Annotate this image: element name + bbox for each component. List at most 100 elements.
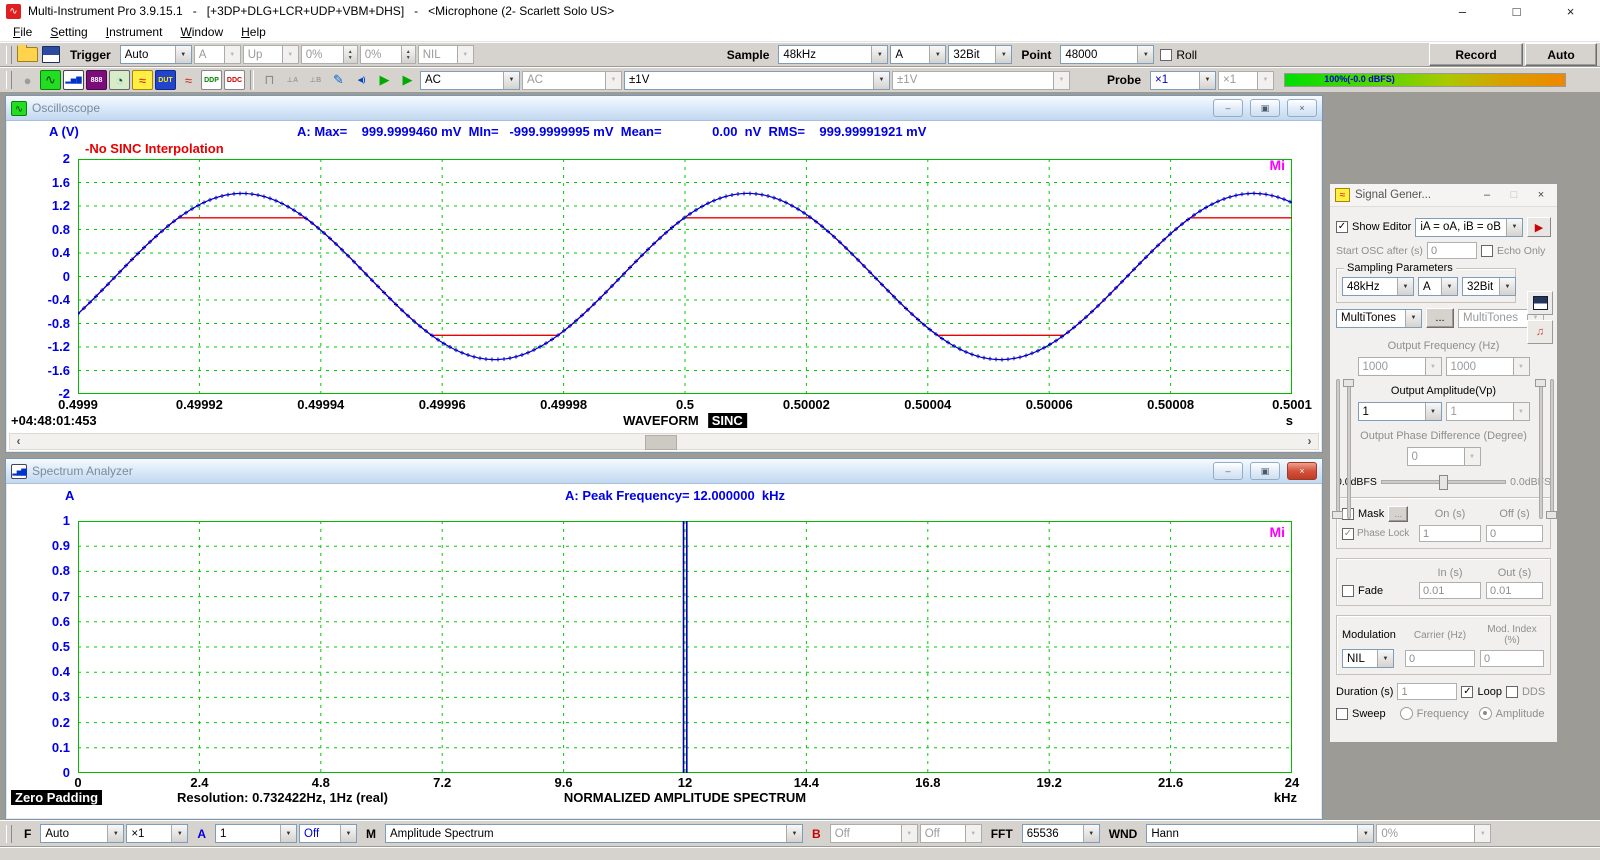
dbfs-slider[interactable] bbox=[1381, 480, 1506, 484]
ddc-viewer-icon[interactable]: DDC bbox=[224, 70, 245, 90]
spectrum-3d-view-icon[interactable]: ◔ bbox=[109, 70, 130, 90]
multimeter-view-icon[interactable]: 888 bbox=[86, 70, 107, 90]
fade-checkbox[interactable] bbox=[1342, 585, 1354, 597]
oscilloscope-minimize-button[interactable]: – bbox=[1213, 99, 1243, 117]
spec-y-tick-label: 0.4 bbox=[10, 664, 70, 679]
siggen-channel-select[interactable]: A▼ bbox=[1418, 277, 1458, 296]
oscilloscope-titlebar[interactable]: ∿ Oscilloscope – ▣ × bbox=[6, 96, 1322, 121]
siggen-play-button[interactable]: ▶ bbox=[1527, 217, 1551, 237]
spectrum-close-button[interactable]: × bbox=[1287, 462, 1317, 480]
phase-lock-checkbox: ✓ bbox=[1342, 528, 1354, 540]
a-display-select[interactable]: Off▼ bbox=[299, 824, 357, 843]
spectrum-titlebar[interactable]: ▂▅▇ Spectrum Analyzer – ▣ × bbox=[6, 459, 1322, 484]
analysis-mode-select[interactable]: Amplitude Spectrum▼ bbox=[385, 824, 803, 843]
scroll-right-arrow[interactable]: › bbox=[1301, 434, 1318, 449]
sample-channel-select[interactable]: A▼ bbox=[890, 45, 946, 64]
ground-b-icon[interactable]: ⊥B bbox=[305, 70, 326, 90]
toolbar-trigger-row: TriggerAuto▼A▼Up▼0%▲▼0%▲▼NIL▼Sample48kHz… bbox=[0, 42, 1600, 67]
sweep-checkbox[interactable] bbox=[1336, 708, 1348, 720]
osc-stats: A: Max= 999.9999460 mV MIn= -999.9999995… bbox=[297, 124, 926, 139]
minimize-button[interactable]: – bbox=[1439, 4, 1486, 19]
waveform-a-select[interactable]: MultiTones▼ bbox=[1336, 309, 1422, 328]
siggen-minimize-button[interactable]: – bbox=[1476, 189, 1498, 201]
record-button[interactable]: Record bbox=[1429, 43, 1523, 66]
derived-data-icon[interactable]: ≈ bbox=[178, 70, 199, 90]
output-phase-label: Output Phase Difference (Degree) bbox=[1360, 430, 1527, 442]
oscilloscope-restore-button[interactable]: ▣ bbox=[1250, 99, 1280, 117]
coupling-a-select[interactable]: AC▼ bbox=[420, 71, 520, 90]
dut-icon[interactable]: DUT bbox=[155, 70, 176, 90]
close-button[interactable]: × bbox=[1547, 4, 1594, 19]
roll-checkbox[interactable]: Roll bbox=[1156, 48, 1201, 62]
amp-a-select[interactable]: 1▼ bbox=[1358, 402, 1442, 421]
dbfs-slider-handle[interactable] bbox=[1439, 475, 1448, 490]
window-function-select[interactable]: Hann▼ bbox=[1146, 824, 1374, 843]
multitones-edit-button[interactable]: ... bbox=[1426, 308, 1454, 328]
fft-size-select[interactable]: 65536▼ bbox=[1022, 824, 1100, 843]
ddp-viewer-icon[interactable]: DDP bbox=[201, 70, 222, 90]
menu-window[interactable]: Window bbox=[171, 23, 232, 41]
zero-padding-badge[interactable]: Zero Padding bbox=[11, 790, 102, 805]
oscilloscope-plot bbox=[78, 159, 1292, 394]
save-icon bbox=[1533, 296, 1548, 310]
trigger-edge-select: Up▼ bbox=[243, 45, 299, 64]
scroll-thumb[interactable] bbox=[645, 435, 677, 450]
sinc-badge[interactable]: SINC bbox=[708, 413, 747, 428]
open-file-icon[interactable] bbox=[17, 45, 38, 65]
auto-button[interactable]: Auto bbox=[1525, 43, 1597, 66]
spectrum-analyzer-view-icon[interactable]: ▂▅▇ bbox=[63, 70, 84, 90]
probe-a-select[interactable]: ×1▼ bbox=[1150, 71, 1216, 90]
record-length-select[interactable]: 48000▼ bbox=[1060, 45, 1154, 64]
osc-x-tick-label: 0.5001 bbox=[1272, 397, 1312, 412]
amplitude-slider-a-outer[interactable] bbox=[1332, 379, 1341, 519]
loop-checkbox[interactable]: ✓ bbox=[1461, 686, 1473, 698]
scroll-left-arrow[interactable]: ‹ bbox=[10, 434, 27, 449]
siggen-rate-select[interactable]: 48kHz▼ bbox=[1342, 277, 1414, 296]
menu-instrument[interactable]: Instrument bbox=[97, 23, 172, 41]
spec-y-tick-label: 0.3 bbox=[10, 689, 70, 704]
sweep-amplitude-radio bbox=[1479, 707, 1492, 720]
ground-a-icon[interactable]: ⊥A bbox=[282, 70, 303, 90]
menu-file[interactable]: File bbox=[4, 23, 41, 41]
siggen-save-button[interactable] bbox=[1527, 291, 1553, 315]
amplitude-slider-a-inner[interactable] bbox=[1343, 379, 1352, 519]
oscilloscope-view-icon[interactable]: ∿ bbox=[40, 70, 61, 90]
calibration-icon[interactable]: ✎ bbox=[328, 70, 349, 90]
frequency-axis-select[interactable]: Auto▼ bbox=[40, 824, 124, 843]
oscilloscope-scrollbar[interactable]: ‹ › bbox=[9, 433, 1319, 450]
modulation-select[interactable]: NIL▼ bbox=[1342, 649, 1394, 668]
spec-x-tick-label: 14.4 bbox=[794, 775, 819, 790]
amplitude-slider-b-outer[interactable] bbox=[1546, 379, 1555, 519]
play-loop-icon[interactable]: ▶ bbox=[397, 70, 418, 90]
siggen-tone-button[interactable]: ♫ bbox=[1527, 320, 1553, 344]
spectrum-restore-button[interactable]: ▣ bbox=[1250, 462, 1280, 480]
mic-stand-icon[interactable]: ⊓ bbox=[259, 70, 280, 90]
titlebar: ∿ Multi-Instrument Pro 3.9.15.1 - [+3DP+… bbox=[0, 0, 1600, 22]
osc-y-tick-label: 1.6 bbox=[10, 175, 70, 190]
amplitude-slider-b-inner[interactable] bbox=[1535, 379, 1544, 519]
signal-generator-titlebar[interactable]: ≈ Signal Gener... – □ × bbox=[1330, 184, 1557, 207]
spectrum-minimize-button[interactable]: – bbox=[1213, 462, 1243, 480]
menu-setting[interactable]: Setting bbox=[41, 23, 96, 41]
spec-x-tick-label: 4.8 bbox=[312, 775, 330, 790]
oscilloscope-close-button[interactable]: × bbox=[1287, 99, 1317, 117]
maximize-button[interactable]: □ bbox=[1493, 4, 1540, 19]
save-file-icon[interactable] bbox=[40, 45, 61, 65]
sample-bits-select[interactable]: 32Bit▼ bbox=[948, 45, 1012, 64]
siggen-bits-select[interactable]: 32Bit▼ bbox=[1462, 277, 1516, 296]
range-a-select[interactable]: ±1V▼ bbox=[624, 71, 890, 90]
zoom-select[interactable]: ×1▼ bbox=[126, 824, 188, 843]
osc-x-tick-label: 0.50006 bbox=[1026, 397, 1073, 412]
a-range-select[interactable]: 1▼ bbox=[215, 824, 297, 843]
menu-help[interactable]: Help bbox=[232, 23, 275, 41]
speaker-icon[interactable]: ◀) bbox=[351, 70, 372, 90]
routing-select[interactable]: iA = oA, iB = oB▼ bbox=[1415, 218, 1523, 237]
trigger-mode-select[interactable]: Auto▼ bbox=[120, 45, 192, 64]
sample-rate-select[interactable]: 48kHz▼ bbox=[778, 45, 888, 64]
show-editor-checkbox[interactable]: ✓ bbox=[1336, 221, 1348, 233]
play-icon[interactable]: ▶ bbox=[374, 70, 395, 90]
resolution-label: Resolution: 0.732422Hz, 1Hz (real) bbox=[177, 790, 388, 805]
siggen-close-button[interactable]: × bbox=[1530, 189, 1552, 201]
record-dot-icon[interactable]: ● bbox=[17, 70, 38, 90]
signal-generator-toolbar-icon[interactable]: ≈ bbox=[132, 70, 153, 90]
